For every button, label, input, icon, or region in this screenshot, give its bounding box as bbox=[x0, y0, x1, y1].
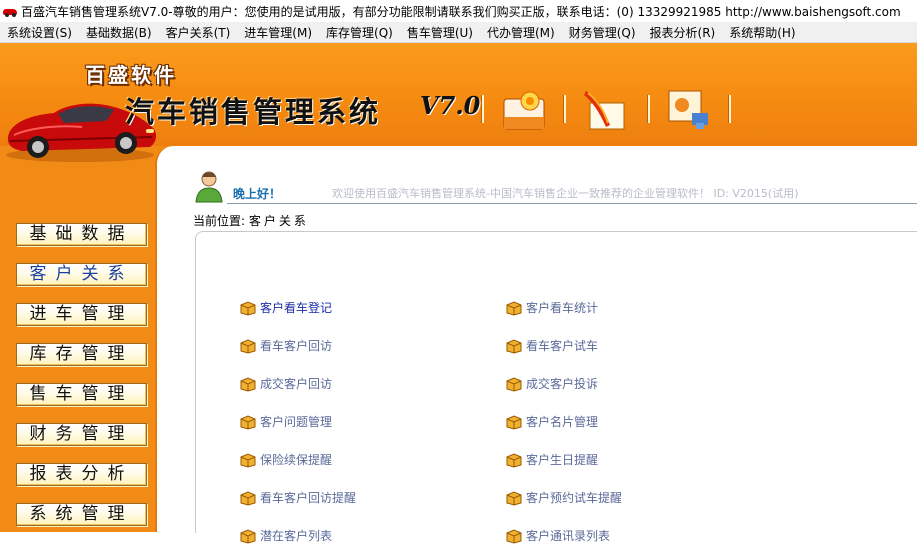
package-box-icon bbox=[506, 300, 522, 316]
link-label: 客户看车登记 bbox=[260, 301, 333, 315]
product-name: 汽车销售管理系统 bbox=[125, 95, 382, 129]
link-viewing-statistics[interactable]: 客户看车统计 bbox=[505, 299, 598, 316]
link-label: 客户预约试车提醒 bbox=[526, 491, 623, 505]
nav-purchase[interactable]: 进车管理 bbox=[16, 303, 147, 326]
menu-sales[interactable]: 售车管理(U) bbox=[400, 24, 480, 41]
link-label: 客户问题管理 bbox=[260, 415, 333, 429]
pen-document-icon[interactable] bbox=[582, 87, 628, 133]
link-label: 保险续保提醒 bbox=[260, 453, 333, 467]
nav-finance[interactable]: 财务管理 bbox=[16, 423, 147, 446]
package-box-icon bbox=[506, 452, 522, 468]
package-box-icon bbox=[506, 338, 522, 354]
main-panel: 晚上好！ 欢迎使用百盛汽车销售管理系统-中国汽车销售企业一致推荐的企业管理软件！… bbox=[155, 146, 917, 544]
package-box-icon bbox=[240, 490, 256, 506]
presentation-screen-icon[interactable] bbox=[666, 87, 712, 133]
menu-basic-data[interactable]: 基础数据(B) bbox=[79, 24, 159, 41]
link-label: 客户生日提醒 bbox=[526, 453, 599, 467]
toolbar-separator bbox=[481, 95, 484, 123]
link-viewing-followup[interactable]: 看车客户回访 bbox=[239, 337, 332, 354]
product-version: V7.0 bbox=[420, 91, 481, 120]
breadcrumb-current: 客户关系 bbox=[248, 214, 309, 228]
link-label: 成交客户回访 bbox=[260, 377, 333, 391]
package-box-icon bbox=[240, 452, 256, 468]
package-box-icon bbox=[240, 300, 256, 316]
link-insurance-renewal[interactable]: 保险续保提醒 bbox=[239, 451, 332, 468]
company-brand: 百盛软件 bbox=[85, 63, 177, 87]
nav-system[interactable]: 系统管理 bbox=[16, 503, 147, 526]
link-label: 客户通讯录列表 bbox=[526, 529, 611, 543]
link-potential-customers[interactable]: 潜在客户列表 bbox=[239, 527, 332, 544]
package-box-icon bbox=[240, 528, 256, 544]
link-label: 看车客户回访 bbox=[260, 339, 333, 353]
title-bar: 百盛汽车销售管理系统V7.0-尊敬的用户：您使用的是试用版，有部分功能限制请联系… bbox=[0, 0, 917, 22]
nav-customer-relations[interactable]: 客户关系 bbox=[16, 263, 147, 286]
link-customer-complaints[interactable]: 成交客户投诉 bbox=[505, 375, 598, 392]
package-box-icon bbox=[240, 376, 256, 392]
user-avatar-icon bbox=[195, 171, 223, 203]
link-test-drive[interactable]: 看车客户试车 bbox=[505, 337, 598, 354]
package-box-icon bbox=[240, 414, 256, 430]
link-label: 潜在客户列表 bbox=[260, 529, 333, 543]
package-box-icon bbox=[240, 338, 256, 354]
welcome-message: 欢迎使用百盛汽车销售管理系统-中国汽车销售企业一致推荐的企业管理软件！ ID: … bbox=[332, 187, 799, 200]
link-business-cards[interactable]: 客户名片管理 bbox=[505, 413, 598, 430]
nav-basic-data[interactable]: 基础数据 bbox=[16, 223, 147, 246]
package-box-icon bbox=[506, 376, 522, 392]
link-contact-list[interactable]: 客户通讯录列表 bbox=[505, 527, 610, 544]
app-frame: 百盛软件 汽车销售管理系统 V7.0 基础数据 客户关系 进车管理 库存管理 售… bbox=[0, 43, 917, 544]
link-label: 看车客户回访提醒 bbox=[260, 491, 357, 505]
link-label: 成交客户投诉 bbox=[526, 377, 599, 391]
menu-help[interactable]: 系统帮助(H) bbox=[722, 24, 802, 41]
greeting-underline bbox=[227, 203, 917, 204]
nav-sales[interactable]: 售车管理 bbox=[16, 383, 147, 406]
menu-reports[interactable]: 报表分析(R) bbox=[643, 24, 723, 41]
menu-purchase[interactable]: 进车管理(M) bbox=[237, 24, 319, 41]
link-birthday-reminder[interactable]: 客户生日提醒 bbox=[505, 451, 598, 468]
link-deal-followup[interactable]: 成交客户回访 bbox=[239, 375, 332, 392]
package-box-icon bbox=[506, 414, 522, 430]
link-label: 客户看车统计 bbox=[526, 301, 599, 315]
link-label: 客户名片管理 bbox=[526, 415, 599, 429]
nav-inventory[interactable]: 库存管理 bbox=[16, 343, 147, 366]
toolbar-separator bbox=[647, 95, 650, 123]
greeting-text: 晚上好！ bbox=[233, 187, 282, 201]
link-viewing-followup-reminder[interactable]: 看车客户回访提醒 bbox=[239, 489, 356, 506]
menu-system-settings[interactable]: 系统设置(S) bbox=[0, 24, 79, 41]
window-title: 百盛汽车销售管理系统V7.0-尊敬的用户：您使用的是试用版，有部分功能限制请联系… bbox=[21, 4, 901, 19]
link-label: 看车客户试车 bbox=[526, 339, 599, 353]
link-customer-issues[interactable]: 客户问题管理 bbox=[239, 413, 332, 430]
flower-card-icon[interactable] bbox=[502, 87, 548, 133]
left-nav: 基础数据 客户关系 进车管理 库存管理 售车管理 财务管理 报表分析 系统管理 bbox=[0, 146, 155, 532]
link-test-drive-appointment-reminder[interactable]: 客户预约试车提醒 bbox=[505, 489, 622, 506]
menu-finance[interactable]: 财务管理(Q) bbox=[562, 24, 643, 41]
breadcrumb: 当前位置: 客户关系 bbox=[193, 212, 309, 229]
toolbar-separator bbox=[728, 95, 731, 123]
package-box-icon bbox=[506, 528, 522, 544]
menu-inventory[interactable]: 库存管理(Q) bbox=[319, 24, 400, 41]
breadcrumb-label: 当前位置: bbox=[193, 214, 246, 228]
toolbar-separator bbox=[563, 95, 566, 123]
menu-customer-relations[interactable]: 客户关系(T) bbox=[159, 24, 238, 41]
nav-reports[interactable]: 报表分析 bbox=[16, 463, 147, 486]
package-box-icon bbox=[506, 490, 522, 506]
car-app-icon bbox=[3, 6, 17, 17]
menu-agency[interactable]: 代办管理(M) bbox=[480, 24, 562, 41]
menu-bar: 系统设置(S) 基础数据(B) 客户关系(T) 进车管理(M) 库存管理(Q) … bbox=[0, 22, 917, 43]
link-customer-viewing-register[interactable]: 客户看车登记 bbox=[239, 299, 332, 316]
